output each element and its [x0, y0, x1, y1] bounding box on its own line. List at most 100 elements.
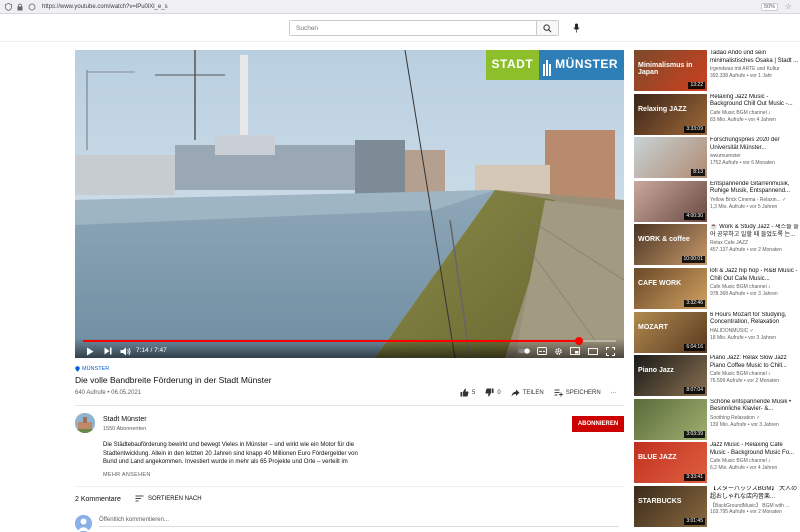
- thumbnail-caption: MOZART: [638, 323, 668, 331]
- progress-bar[interactable]: [83, 337, 616, 345]
- recommendation-title[interactable]: 6 Hours Mozart for Studying, Concentrati…: [710, 312, 800, 327]
- player-controls: 7:14 / 7:47: [75, 337, 624, 358]
- duration-badge: 3:33:09: [684, 125, 705, 133]
- recommendation-title[interactable]: Schöne entspannende Musik • Besinnliche …: [710, 399, 800, 414]
- video-thumbnail[interactable]: 8:13: [634, 137, 707, 179]
- recommendation-views: 392.338 Aufrufe • vor 1 Jahr: [710, 73, 773, 79]
- recommendation-channel[interactable]: 【BackGroundMusic】 BGM with ...: [710, 502, 800, 509]
- duration-badge: 8:07:04: [684, 387, 705, 395]
- video-thumbnail[interactable]: CAFE WORK 3:32:46: [634, 268, 707, 309]
- recommendation-channel[interactable]: HALIDONMUSIC ✓: [710, 328, 800, 334]
- subscribe-button[interactable]: ABONNIEREN: [572, 416, 624, 432]
- thumbs-down-icon: [485, 388, 494, 397]
- recommendation-item[interactable]: BLUE JAZZ 3:33:41 Jazz Music - Relaxing Ca…: [634, 442, 800, 484]
- recommendation-item[interactable]: STARBUCKS 3:01:45 【スターバックスBGM】 大人の超おしゃれな店内…: [634, 486, 800, 528]
- video-thumbnail[interactable]: 4:00:30: [634, 180, 707, 222]
- recommendation-channel[interactable]: Yellow Brick Cinema - Relaxin... ✓: [710, 197, 800, 203]
- share-button[interactable]: TEILEN: [511, 389, 544, 397]
- shield-icon[interactable]: [4, 2, 12, 11]
- zoom-indicator[interactable]: 50%: [760, 3, 778, 11]
- video-thumbnail[interactable]: Piano Jazz 8:07:04: [634, 355, 707, 397]
- logo-text-right: MÜNSTER: [555, 50, 624, 80]
- volume-button[interactable]: [119, 346, 131, 356]
- voice-search-button[interactable]: [570, 21, 582, 35]
- recommendation-channel[interactable]: Relax Cafe JAZZ: [710, 240, 800, 246]
- recommendation-channel[interactable]: Irgendwas mit ARTE und Kultur: [710, 66, 800, 72]
- theater-mode-button[interactable]: [587, 346, 598, 356]
- miniplayer-button[interactable]: [569, 346, 580, 356]
- more-actions-button[interactable]: ···: [611, 390, 617, 396]
- recommendation-title[interactable]: ☕ Work & Study Jazz - 재즈를 들어 공부하고 일할 때 들…: [710, 224, 800, 239]
- settings-button[interactable]: [553, 346, 563, 356]
- location-hashtag[interactable]: MÜNSTER: [75, 366, 109, 372]
- duration-badge: 3:32:46: [684, 300, 705, 307]
- video-thumbnail[interactable]: WORK & coffee 10:00:01: [634, 224, 707, 266]
- comment-input[interactable]: Öffentlich kommentieren...: [99, 517, 619, 527]
- channel-watermark-logo: STADT MÜNSTER: [485, 50, 624, 80]
- dislike-button[interactable]: 0: [485, 388, 501, 397]
- recommendation-item[interactable]: Relaxing JAZZ 3:33:09 Relaxing Jazz Music …: [634, 93, 800, 136]
- video-title: Die volle Bandbreite Förderung in der St…: [75, 375, 272, 385]
- video-thumbnail[interactable]: Relaxing JAZZ 3:33:09: [634, 93, 707, 135]
- recommendation-item[interactable]: WORK & coffee 10:00:01 ☕ Work & Study Jazz…: [634, 224, 800, 266]
- subtitles-button[interactable]: [537, 346, 547, 356]
- recommendation-channel[interactable]: Cafe Music BGM channel ♪: [710, 284, 800, 290]
- lock-icon[interactable]: [16, 3, 24, 11]
- recommendation-views: 978.368 Aufrufe • vor 3 Jahren: [710, 291, 778, 297]
- youtube-header: [0, 14, 800, 42]
- search-input[interactable]: [290, 21, 536, 35]
- hashtag-label[interactable]: MÜNSTER: [82, 366, 109, 372]
- thumbnail-caption: BLUE JAZZ: [638, 454, 677, 462]
- progress-scrubber[interactable]: [574, 337, 583, 345]
- recommendation-item[interactable]: 4:00:30 Entspannende Gitarrenmusik, Ruhig…: [634, 180, 800, 223]
- sort-comments-button[interactable]: SORTIEREN NACH: [135, 495, 202, 502]
- recommendation-channel[interactable]: Cafe Music BGM channel ♪: [710, 458, 800, 464]
- recommendation-title[interactable]: Entspannende Gitarrenmusik, Ruhige Musik…: [710, 181, 800, 196]
- play-icon: [87, 347, 94, 355]
- video-player[interactable]: STADT MÜNSTER 7:14 / 7:47: [75, 50, 624, 358]
- autoplay-toggle[interactable]: [517, 346, 531, 356]
- save-button[interactable]: SPEICHERN: [554, 389, 601, 397]
- search-button[interactable]: [536, 21, 558, 35]
- recommendation-title[interactable]: Piano Jazz: Relax Slow Jazz Piano Coffee…: [710, 355, 800, 370]
- address-bar[interactable]: https://www.youtube.com/watch?v=lPu0lXl_…: [42, 4, 168, 10]
- recommendation-title[interactable]: 【スターバックスBGM】 大人の超おしゃれな店内音楽...: [710, 486, 800, 501]
- play-button[interactable]: [85, 346, 95, 356]
- miniplayer-icon: [569, 347, 580, 355]
- recommendation-title[interactable]: Jazz Music - Relaxing Cafe Music - Backg…: [710, 442, 800, 457]
- divider: [75, 486, 624, 487]
- recommendation-channel[interactable]: wwumuenster: [710, 153, 800, 159]
- like-button[interactable]: 5: [460, 388, 475, 397]
- video-thumbnail[interactable]: STARBUCKS 3:01:45: [634, 486, 707, 527]
- autoplay-toggle-icon: [518, 348, 530, 354]
- location-pin-icon: [75, 366, 80, 372]
- video-thumbnail[interactable]: MOZART 6:04:16: [634, 311, 707, 353]
- recommendation-title[interactable]: lofi & Jazz hip hop - R&B Music - Chill …: [710, 268, 800, 283]
- video-thumbnail[interactable]: Minimalismus in Japan 13:22: [634, 50, 707, 91]
- recommendation-title[interactable]: Relaxing Jazz Music - Background Chill O…: [710, 94, 800, 109]
- next-button[interactable]: [103, 346, 113, 356]
- progress-fill: [83, 340, 579, 342]
- recommendation-item[interactable]: 8:13 Forschungspreis 2020 der Universität…: [634, 137, 800, 179]
- show-more-button[interactable]: MEHR ANSEHEN: [103, 472, 151, 478]
- recommendation-item[interactable]: CAFE WORK 3:32:46 lofi & Jazz hip hop - R&…: [634, 268, 800, 310]
- recommendation-channel[interactable]: Cafe Music BGM channel ♪: [710, 371, 800, 377]
- recommendation-channel[interactable]: Soothing Relaxation ✓: [710, 415, 800, 421]
- recommendation-title[interactable]: Tadao Andō und sein minimalistisches Osa…: [710, 50, 800, 65]
- like-count: 5: [472, 389, 476, 396]
- recommendation-item[interactable]: Minimalismus in Japan 13:22 Tadao Andō und…: [634, 50, 800, 92]
- duration-badge: 8:13: [691, 169, 705, 177]
- permissions-icon[interactable]: [28, 3, 36, 11]
- channel-name[interactable]: Stadt Münster: [103, 416, 147, 423]
- video-thumbnail[interactable]: BLUE JAZZ 3:33:41: [634, 442, 707, 484]
- channel-avatar[interactable]: [75, 413, 95, 433]
- bookmark-star-icon[interactable]: ☆: [785, 2, 792, 11]
- recommendation-title[interactable]: Forschungspreis 2020 der Universität Mün…: [710, 137, 800, 152]
- recommendation-channel[interactable]: Cafe Music BGM channel ♪: [710, 110, 800, 116]
- recommendation-item[interactable]: MOZART 6:04:16 6 Hours Mozart for Studying…: [634, 311, 800, 354]
- recommendation-views: 103.795 Aufrufe • vor 2 Monaten: [710, 509, 782, 515]
- recommendation-item[interactable]: Piano Jazz 8:07:04 Piano Jazz: Relax Slow …: [634, 355, 800, 397]
- recommendation-item[interactable]: 3:03:39 Schöne entspannende Musik • Besin…: [634, 398, 800, 441]
- fullscreen-button[interactable]: [605, 346, 615, 356]
- video-thumbnail[interactable]: 3:03:39: [634, 398, 707, 440]
